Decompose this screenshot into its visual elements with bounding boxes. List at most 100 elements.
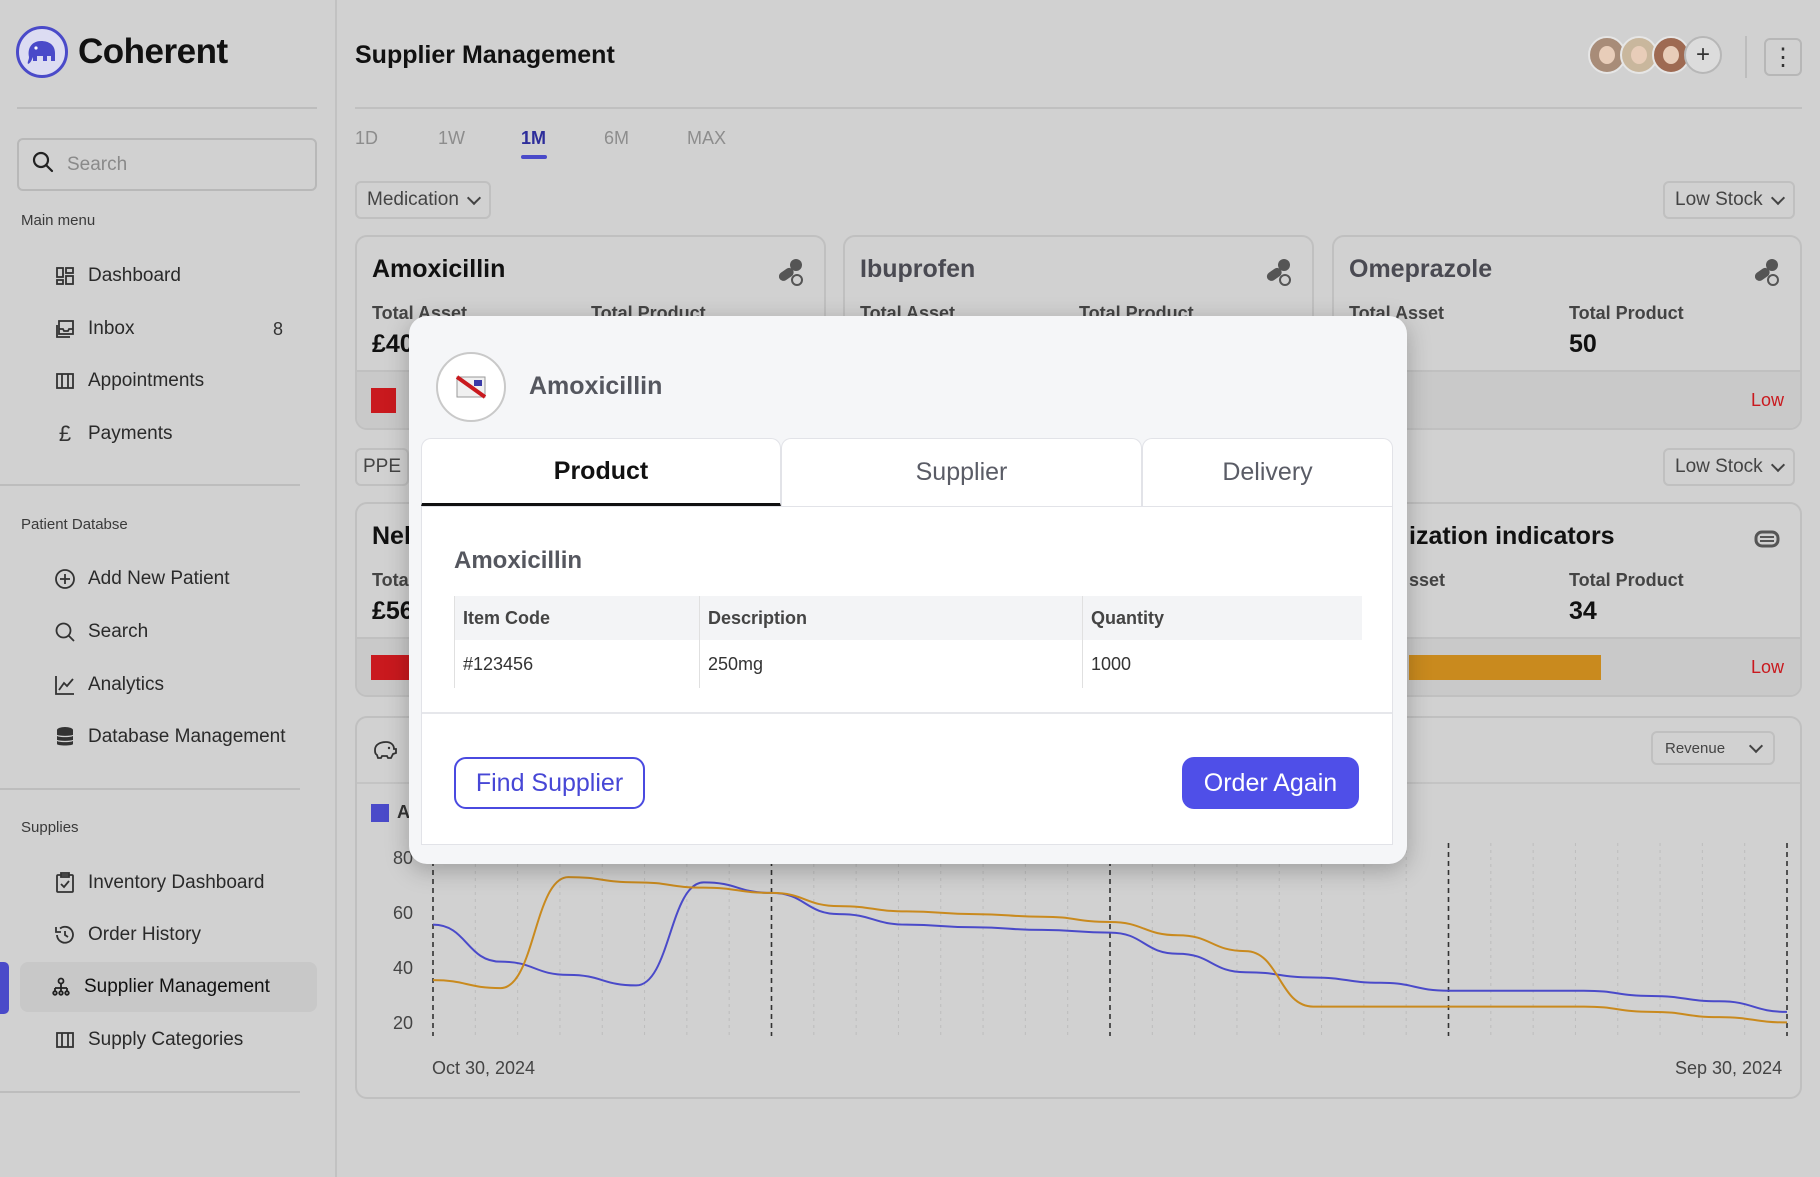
- quantity-cell: 1000: [1082, 640, 1362, 688]
- sidebar-item-label: Appointments: [88, 370, 205, 391]
- x-end-label: Sep 30, 2024: [1675, 1058, 1783, 1078]
- product-image: [436, 352, 506, 422]
- sidebar-item-appointments[interactable]: Appointments: [20, 356, 317, 406]
- range-tab-6m[interactable]: 6M: [604, 128, 687, 149]
- stock-filter-dropdown-2[interactable]: Low Stock: [1663, 448, 1795, 486]
- tab-delivery[interactable]: Delivery: [1142, 438, 1393, 506]
- card-title: Amoxicillin: [372, 255, 506, 283]
- org-chart-icon: [50, 976, 72, 998]
- sidebar-item-label: Order History: [88, 924, 201, 945]
- app-logo[interactable]: Coherent: [16, 26, 228, 78]
- category-dropdown-ppe[interactable]: PPE: [355, 448, 410, 486]
- column-header: Description: [699, 596, 1082, 640]
- divider: [1745, 36, 1747, 78]
- divider: [17, 107, 317, 109]
- range-tab-1w[interactable]: 1W: [438, 128, 521, 149]
- app-name: Coherent: [78, 32, 228, 71]
- stock-status: Low: [1750, 390, 1784, 410]
- divider: [0, 1091, 300, 1093]
- product-table: Item Code Description Quantity #123456 2…: [454, 596, 1362, 688]
- more-options-button[interactable]: ⋮: [1764, 38, 1802, 76]
- inbox-count-badge: 8: [272, 318, 283, 339]
- sidebar: Coherent Main menu Dashboard Inbox 8 App…: [0, 0, 337, 1177]
- dropdown-value: PPE: [363, 456, 402, 477]
- total-asset-label: Tota: [372, 570, 409, 590]
- sidebar-item-add-new-patient[interactable]: Add New Patient: [20, 554, 317, 604]
- pills-icon: [778, 259, 803, 286]
- active-indicator: [0, 962, 9, 1014]
- category-dropdown[interactable]: Medication: [355, 181, 491, 219]
- dropdown-value: Low Stock: [1675, 189, 1763, 210]
- divider: [355, 107, 1802, 109]
- sidebar-item-label: Add New Patient: [88, 568, 230, 589]
- sidebar-item-analytics[interactable]: Analytics: [20, 660, 317, 710]
- database-icon: [54, 726, 76, 748]
- range-tab-1m[interactable]: 1M: [521, 128, 604, 159]
- sidebar-item-supplier-management[interactable]: Supplier Management: [20, 962, 317, 1012]
- chevron-down-icon: [1770, 457, 1785, 472]
- sidebar-item-label: Inventory Dashboard: [88, 872, 265, 893]
- sidebar-item-inventory-dashboard[interactable]: Inventory Dashboard: [20, 858, 317, 908]
- total-product-label: Total Product: [1569, 570, 1684, 590]
- add-collaborator-button[interactable]: +: [1684, 36, 1722, 74]
- card-title: Nel: [372, 522, 411, 550]
- tab-product[interactable]: Product: [421, 438, 781, 506]
- pills-icon: [1266, 259, 1291, 286]
- sidebar-item-inbox[interactable]: Inbox 8: [20, 304, 317, 354]
- card-title: Omeprazole: [1349, 255, 1493, 283]
- sidebar-item-database-management[interactable]: Database Management: [20, 712, 317, 762]
- column-header: Item Code: [454, 596, 699, 640]
- collaborator-avatars[interactable]: +: [1588, 36, 1722, 74]
- tab-supplier[interactable]: Supplier: [781, 438, 1142, 506]
- total-asset-value: £56: [372, 597, 414, 625]
- chevron-down-icon: [1770, 190, 1785, 205]
- stock-status: Low: [1750, 657, 1784, 677]
- section-label-main-menu: Main menu: [21, 212, 96, 229]
- categories-icon: [54, 1029, 76, 1051]
- sidebar-item-supply-categories[interactable]: Supply Categories: [20, 1015, 317, 1065]
- total-product-label: Total Product: [1569, 303, 1684, 323]
- item-code-cell: #123456: [454, 640, 699, 688]
- page-title: Supplier Management: [355, 41, 615, 69]
- clipboard-icon: [54, 872, 76, 894]
- card-title: Ibuprofen: [860, 255, 976, 283]
- total-product-value: 50: [1569, 330, 1597, 358]
- range-tab-1d[interactable]: 1D: [355, 128, 438, 149]
- total-product-value: 34: [1569, 597, 1597, 625]
- table-row: #123456 250mg 1000: [454, 640, 1362, 688]
- sidebar-item-order-history[interactable]: Order History: [20, 910, 317, 960]
- total-asset-label: sset: [1409, 570, 1446, 590]
- divider: [422, 712, 1392, 714]
- elephant-logo-icon: [16, 26, 68, 78]
- dashboard-icon: [54, 265, 76, 287]
- search-icon: [54, 621, 76, 643]
- sidebar-item-label: Inbox: [88, 318, 135, 339]
- pills-icon: [1754, 259, 1779, 286]
- tab-panel-product: Amoxicillin Item Code Description Quanti…: [421, 506, 1393, 845]
- find-supplier-button[interactable]: Find Supplier: [454, 757, 645, 809]
- inbox-icon: [54, 318, 76, 340]
- total-asset-value: £40: [372, 330, 414, 358]
- analytics-icon: [54, 674, 76, 696]
- medicine-box-icon: [455, 375, 487, 399]
- search-input[interactable]: [67, 153, 287, 176]
- appointments-icon: [54, 370, 76, 392]
- order-again-button[interactable]: Order Again: [1182, 757, 1359, 809]
- section-label-patient-database: Patient Databse: [21, 516, 128, 533]
- sidebar-search[interactable]: [17, 138, 317, 191]
- dropdown-value: Medication: [367, 189, 459, 210]
- product-detail-modal: Amoxicillin Product Supplier Delivery Am…: [409, 316, 1407, 864]
- section-label-supplies: Supplies: [21, 819, 79, 836]
- range-tab-max[interactable]: MAX: [687, 128, 770, 149]
- column-header: Quantity: [1082, 596, 1362, 640]
- time-range-tabs: 1D 1W 1M 6M MAX: [355, 128, 770, 159]
- stock-level-bar: [371, 388, 396, 413]
- sidebar-item-search[interactable]: Search: [20, 607, 317, 657]
- sidebar-item-dashboard[interactable]: Dashboard: [20, 251, 317, 301]
- history-icon: [54, 924, 76, 946]
- stock-filter-dropdown[interactable]: Low Stock: [1663, 181, 1795, 219]
- sidebar-item-payments[interactable]: £ Payments: [20, 409, 317, 459]
- sidebar-item-label: Supply Categories: [88, 1029, 244, 1050]
- divider: [0, 484, 300, 486]
- modal-title: Amoxicillin: [529, 372, 663, 400]
